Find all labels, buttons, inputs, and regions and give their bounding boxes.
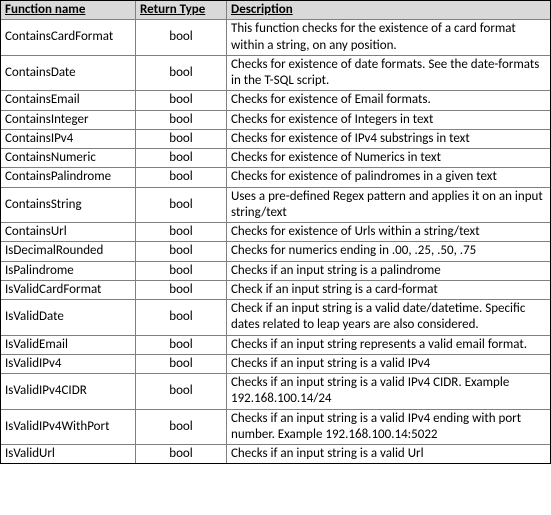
cell-description: Checks for existence of IPv4 substrings … [227, 129, 551, 148]
cell-description: Checks for existence of palindromes in a… [227, 168, 551, 187]
cell-function-name: ContainsString [1, 187, 136, 223]
cell-function-name: IsValidEmail [1, 335, 136, 354]
cell-return-type: bool [136, 374, 227, 410]
cell-function-name: ContainsPalindrome [1, 168, 136, 187]
cell-return-type: bool [136, 242, 227, 261]
cell-description: Checks if an input string is a valid Url [227, 445, 551, 464]
cell-description: Checks if an input string represents a v… [227, 335, 551, 354]
cell-return-type: bool [136, 409, 227, 445]
cell-description: Checks if an input string is a valid IPv… [227, 354, 551, 373]
cell-description: Check if an input string is a card-forma… [227, 280, 551, 299]
table-row: ContainsIntegerboolChecks for existence … [1, 110, 550, 129]
cell-function-name: ContainsCardFormat [1, 20, 136, 56]
cell-description: Checks if an input string is a palindrom… [227, 261, 551, 280]
table-row: IsValidIPv4CIDRboolChecks if an input st… [1, 374, 550, 410]
cell-function-name: IsValidIPv4CIDR [1, 374, 136, 410]
cell-return-type: bool [136, 354, 227, 373]
header-row: Function name Return Type Description [1, 1, 550, 20]
cell-function-name: ContainsUrl [1, 223, 136, 242]
header-description: Description [227, 1, 551, 20]
table-row: IsValidUrlboolChecks if an input string … [1, 445, 550, 464]
cell-function-name: IsValidUrl [1, 445, 136, 464]
table-row: ContainsUrlboolChecks for existence of U… [1, 223, 550, 242]
cell-return-type: bool [136, 335, 227, 354]
cell-return-type: bool [136, 129, 227, 148]
table-row: IsDecimalRoundedboolChecks for numerics … [1, 242, 550, 261]
table-row: ContainsCardFormatboolThis function chec… [1, 20, 550, 56]
cell-return-type: bool [136, 168, 227, 187]
table-row: IsValidIPv4boolChecks if an input string… [1, 354, 550, 373]
cell-description: Checks for existence of date formats. Se… [227, 55, 551, 91]
cell-return-type: bool [136, 110, 227, 129]
cell-function-name: IsPalindrome [1, 261, 136, 280]
cell-description: Checks for numerics ending in .00, .25, … [227, 242, 551, 261]
cell-return-type: bool [136, 300, 227, 336]
header-function-name: Function name [1, 1, 136, 20]
cell-function-name: IsValidDate [1, 300, 136, 336]
table-row: ContainsStringboolUses a pre-defined Reg… [1, 187, 550, 223]
table-row: ContainsDateboolChecks for existence of … [1, 55, 550, 91]
cell-return-type: bool [136, 280, 227, 299]
table-body: ContainsCardFormatboolThis function chec… [1, 20, 550, 464]
table-row: ContainsNumericboolChecks for existence … [1, 149, 550, 168]
table-row: ContainsPalindromeboolChecks for existen… [1, 168, 550, 187]
cell-return-type: bool [136, 91, 227, 110]
cell-description: This function checks for the existence o… [227, 20, 551, 56]
cell-return-type: bool [136, 149, 227, 168]
cell-function-name: ContainsIPv4 [1, 129, 136, 148]
cell-description: Checks for existence of Integers in text [227, 110, 551, 129]
cell-return-type: bool [136, 223, 227, 242]
table-row: IsValidCardFormatboolCheck if an input s… [1, 280, 550, 299]
cell-function-name: ContainsInteger [1, 110, 136, 129]
function-table: Function name Return Type Description Co… [1, 1, 550, 463]
function-table-container: Function name Return Type Description Co… [0, 0, 551, 464]
cell-return-type: bool [136, 20, 227, 56]
cell-return-type: bool [136, 55, 227, 91]
table-row: ContainsIPv4boolChecks for existence of … [1, 129, 550, 148]
cell-function-name: IsValidCardFormat [1, 280, 136, 299]
cell-description: Checks for existence of Email formats. [227, 91, 551, 110]
table-row: IsValidDateboolCheck if an input string … [1, 300, 550, 336]
cell-function-name: IsDecimalRounded [1, 242, 136, 261]
table-row: IsValidIPv4WithPortboolChecks if an inpu… [1, 409, 550, 445]
cell-description: Checks if an input string is a valid IPv… [227, 374, 551, 410]
cell-description: Checks for existence of Urls within a st… [227, 223, 551, 242]
cell-function-name: ContainsNumeric [1, 149, 136, 168]
cell-return-type: bool [136, 187, 227, 223]
cell-description: Uses a pre-defined Regex pattern and app… [227, 187, 551, 223]
header-return-type: Return Type [136, 1, 227, 20]
table-row: IsValidEmailboolChecks if an input strin… [1, 335, 550, 354]
cell-function-name: ContainsEmail [1, 91, 136, 110]
cell-description: Checks if an input string is a valid IPv… [227, 409, 551, 445]
table-row: ContainsEmailboolChecks for existence of… [1, 91, 550, 110]
cell-description: Checks for existence of Numerics in text [227, 149, 551, 168]
cell-function-name: IsValidIPv4 [1, 354, 136, 373]
cell-return-type: bool [136, 261, 227, 280]
table-row: IsPalindromeboolChecks if an input strin… [1, 261, 550, 280]
cell-description: Check if an input string is a valid date… [227, 300, 551, 336]
cell-function-name: IsValidIPv4WithPort [1, 409, 136, 445]
cell-return-type: bool [136, 445, 227, 464]
cell-function-name: ContainsDate [1, 55, 136, 91]
